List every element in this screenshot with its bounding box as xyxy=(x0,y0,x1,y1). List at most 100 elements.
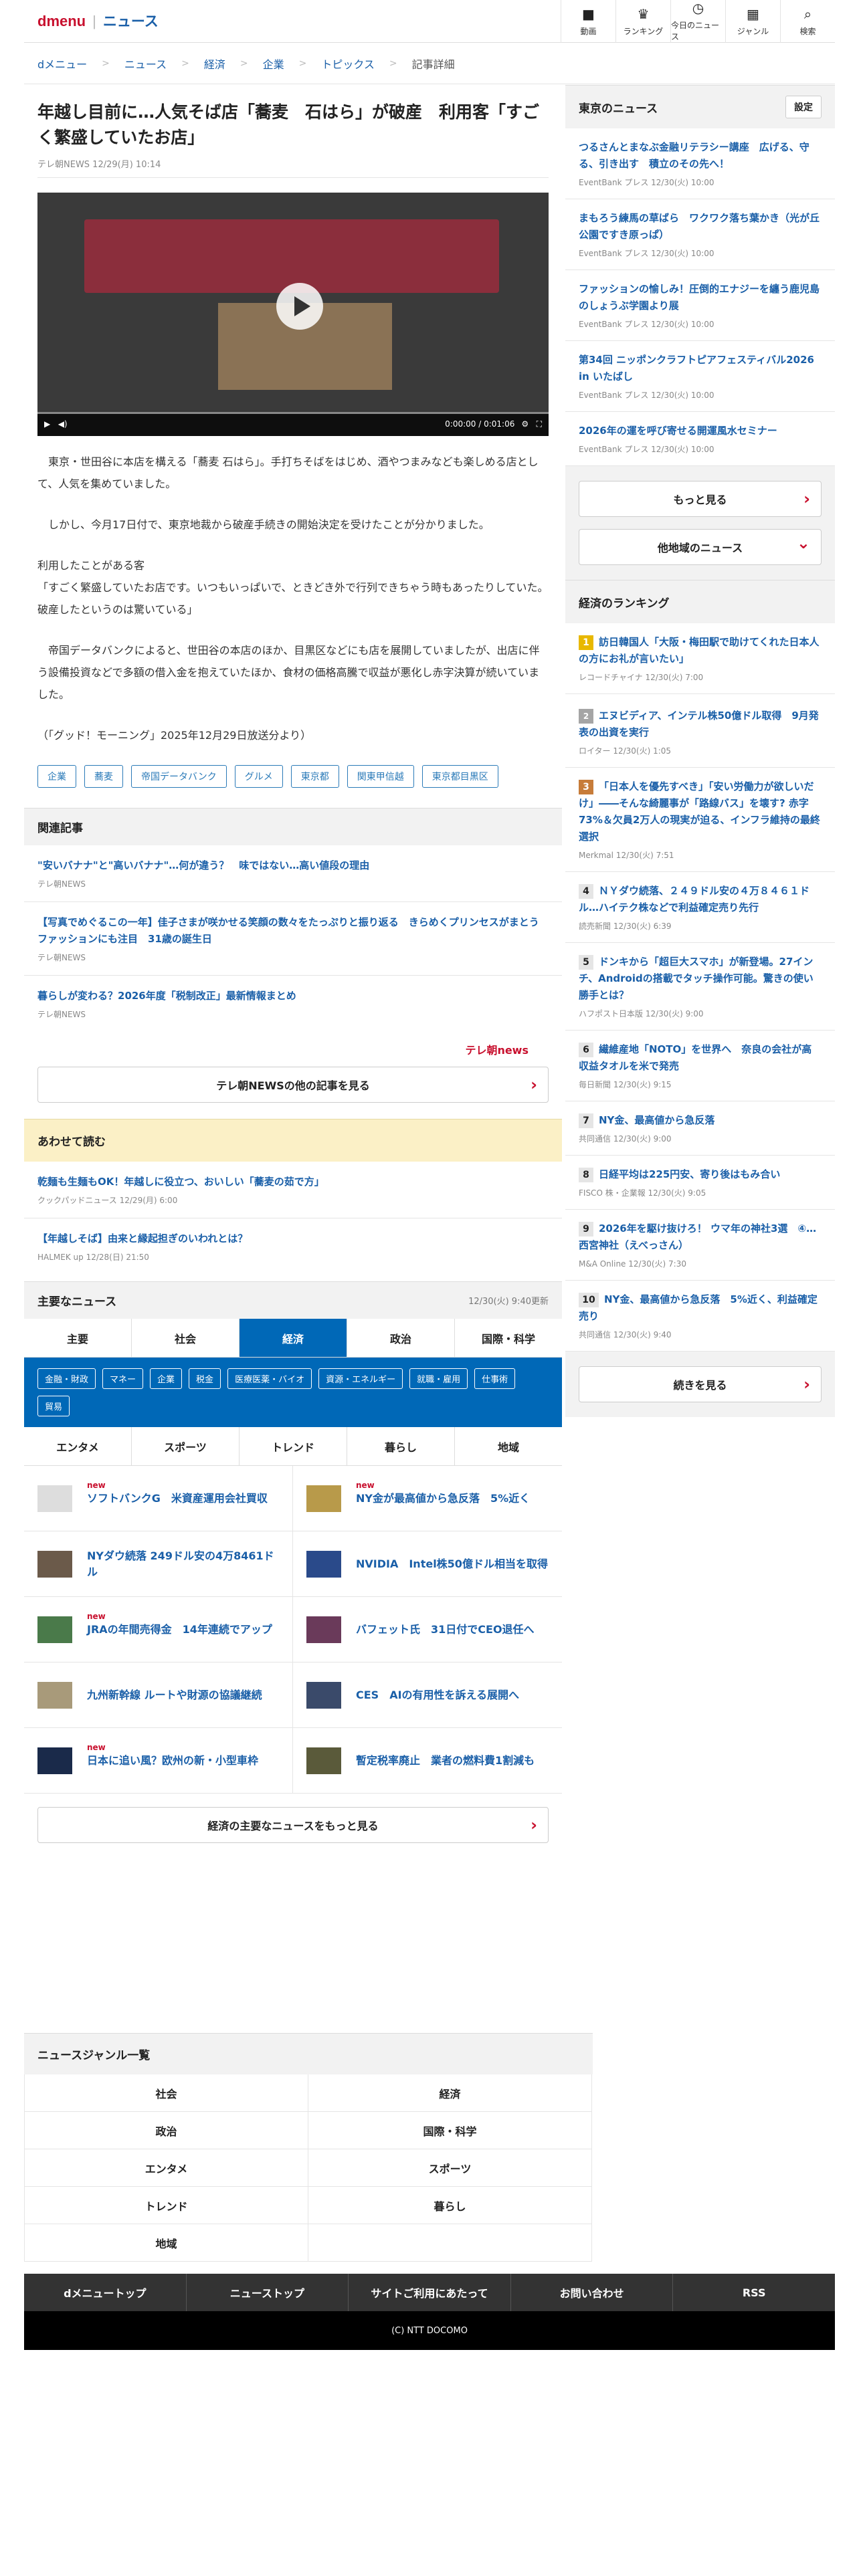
tag-link[interactable]: 東京都 xyxy=(290,765,339,788)
breadcrumb-item[interactable]: dメニュー xyxy=(37,56,87,72)
more-economy-button[interactable]: 経済の主要なニュースをもっと見る xyxy=(37,1807,549,1843)
breadcrumb-item[interactable]: ニュース xyxy=(124,56,167,72)
subtag-link[interactable]: 就職・雇用 xyxy=(409,1368,468,1389)
tab-entertainment[interactable]: エンタメ xyxy=(24,1427,132,1465)
tag-link[interactable]: 帝国データバンク xyxy=(131,765,227,788)
tab-life[interactable]: 暮らし xyxy=(347,1427,455,1465)
related-item[interactable]: 暮らしが変わる？2026年度「税制改正」最新情報まとめ テレ朝NEWS xyxy=(24,976,562,1032)
news-title[interactable]: NY金が最高値から急反落 5%近く xyxy=(356,1491,530,1507)
site-logo[interactable]: dmenu | ニュース xyxy=(37,11,159,31)
tab-economy[interactable]: 経済 xyxy=(240,1319,347,1357)
breadcrumb-item[interactable]: 企業 xyxy=(263,56,284,72)
news-item[interactable]: new ソフトバンクG 米資産運用会社買収 xyxy=(24,1466,293,1531)
subtag-link[interactable]: 医療医薬・バイオ xyxy=(227,1368,312,1389)
ranking-more-button[interactable]: 続きを見る xyxy=(579,1366,822,1402)
news-item[interactable]: CES AIの有用性を訴える展開へ xyxy=(293,1662,562,1728)
related-title[interactable]: "安いバナナ"と"高いバナナ"…何が違う？ 味ではない…高い値段の理由 xyxy=(37,857,549,874)
more-tvasahi-button[interactable]: テレ朝NEWSの他の記事を見る xyxy=(37,1067,549,1103)
tag-link[interactable]: 企業 xyxy=(37,765,76,788)
nav-genre[interactable]: ▦ ジャンル xyxy=(725,0,780,43)
news-item[interactable]: NVIDIA Intel株50億ドル相当を取得 xyxy=(293,1531,562,1597)
footer-link-contact[interactable]: お問い合わせ xyxy=(511,2274,674,2311)
tab-society[interactable]: 社会 xyxy=(132,1319,240,1357)
more-tokyo-button[interactable]: もっと見る xyxy=(579,481,822,517)
video-player[interactable]: ▶ ◀) 0:00:00 / 0:01:06 ⚙ ⛶ xyxy=(37,193,549,436)
footer-link-news-top[interactable]: ニューストップ xyxy=(187,2274,349,2311)
rank-title[interactable]: エヌビディア、インテル株50億ドル取得 9月発表の出資を実行 xyxy=(579,710,819,738)
related-item[interactable]: 【写真でめぐるこの一年】佳子さまが咲かせる笑顔の数々をたっぷりと振り返る きらめ… xyxy=(24,902,562,976)
news-title[interactable]: CES AIの有用性を訴える展開へ xyxy=(356,1687,519,1703)
rank-title[interactable]: NY金、最高値から急反落 5%近く、利益確定売り xyxy=(579,1293,818,1322)
news-item[interactable]: new NY金が最高値から急反落 5%近く xyxy=(293,1466,562,1531)
tag-link[interactable]: 東京都目黒区 xyxy=(421,765,498,788)
tokyo-item[interactable]: まもろう練馬の草ばら ワクワク落ち葉かき（光が丘公園ですき原っぱ） EventBa… xyxy=(565,199,835,270)
tokyo-item[interactable]: つるさんとまなぶ金融リテラシー講座 広げる、守る、引き出す 積立のその先へ！ Ev… xyxy=(565,128,835,199)
news-item[interactable]: NYダウ続落 249ドル安の4万8461ドル xyxy=(24,1531,293,1597)
subtag-link[interactable]: 企業 xyxy=(150,1368,183,1389)
tokyo-item-title[interactable]: 第34回 ニッポンクラフトピアフェスティバル2026 in いたばし xyxy=(579,352,822,385)
news-title[interactable]: NVIDIA Intel株50億ドル相当を取得 xyxy=(356,1556,548,1572)
genre-link[interactable]: 国際・科学 xyxy=(308,2112,592,2149)
ranking-item[interactable]: 1 訪日韓国人「大阪・梅田駅で助けてくれた日本人の方にお礼が言いたい」 レコードチャ… xyxy=(565,623,835,694)
service-name[interactable]: ニュース xyxy=(103,14,159,29)
subtag-link[interactable]: 税金 xyxy=(189,1368,221,1389)
tab-main[interactable]: 主要 xyxy=(24,1319,132,1357)
video-progress[interactable] xyxy=(37,412,549,414)
rank-title[interactable]: 繊維産地「NOTO」を世界へ 奈良の会社が高収益タオルを米で発売 xyxy=(579,1043,812,1072)
rank-title[interactable]: ドンキから「超巨大スマホ」が新登場。27インチ、Androidの搭載でタッチ操作… xyxy=(579,956,814,1001)
ranking-item[interactable]: 9 2026年を駆け抜けろ！ ウマ年の神社3選 ④…西宮神社（えべっさん） M&A … xyxy=(565,1210,835,1281)
breadcrumb-item[interactable]: 経済 xyxy=(204,56,225,72)
ranking-item[interactable]: 3 「日本人を優先すべき」「安い労働力が欲しいだけ」――そんな綺麗事が「路線バス」… xyxy=(565,768,835,872)
rank-title[interactable]: 「日本人を優先すべき」「安い労働力が欲しいだけ」――そんな綺麗事が「路線バス」を… xyxy=(579,780,820,843)
footer-link-dmenu-top[interactable]: dメニュートップ xyxy=(24,2274,187,2311)
also-read-item[interactable]: 【年越しそば】由来と縁起担ぎのいわれとは？ HALMEK up 12/28(日) … xyxy=(24,1218,562,1275)
genre-link[interactable]: 社会 xyxy=(25,2074,308,2112)
volume-icon[interactable]: ◀) xyxy=(58,419,68,429)
genre-link[interactable]: エンタメ xyxy=(25,2149,308,2187)
tab-sports[interactable]: スポーツ xyxy=(132,1427,240,1465)
tab-international[interactable]: 国際・科学 xyxy=(455,1319,562,1357)
breadcrumb-item[interactable]: トピックス xyxy=(321,56,375,72)
subtag-link[interactable]: マネー xyxy=(102,1368,144,1389)
settings-icon[interactable]: ⚙ xyxy=(521,419,529,429)
nav-today[interactable]: ◷ 今日のニュース xyxy=(670,0,725,43)
tokyo-item-title[interactable]: 2026年の運を呼び寄せる開運風水セミナー xyxy=(579,423,822,439)
genre-link[interactable]: スポーツ xyxy=(308,2149,592,2187)
news-item[interactable]: 九州新幹線 ルートや財源の協議継続 xyxy=(24,1662,293,1728)
tokyo-item-title[interactable]: つるさんとまなぶ金融リテラシー講座 広げる、守る、引き出す 積立のその先へ！ xyxy=(579,139,822,173)
genre-link[interactable]: 地域 xyxy=(25,2224,308,2262)
news-item[interactable]: new JRAの年間売得金 14年連続でアップ xyxy=(24,1597,293,1662)
tag-link[interactable]: グルメ xyxy=(234,765,283,788)
also-read-title[interactable]: 乾麺も生麺もOK！年越しに役立つ、おいしい「蕎麦の茹で方」 xyxy=(37,1174,549,1190)
nav-search[interactable]: ⌕ 検索 xyxy=(780,0,835,43)
footer-link-rss[interactable]: RSS xyxy=(673,2274,835,2311)
nav-ranking[interactable]: ♛ ランキング xyxy=(615,0,670,43)
ranking-item[interactable]: 10 NY金、最高値から急反落 5%近く、利益確定売り 共同通信 12/30(火) … xyxy=(565,1281,835,1352)
news-title[interactable]: NYダウ続落 249ドル安の4万8461ドル xyxy=(87,1548,279,1580)
rank-title[interactable]: ＮＹダウ続落、２４９ドル安の４万８４６１ドル…ハイテク株などで利益確定売り先行 xyxy=(579,885,809,914)
news-title[interactable]: バフェット氏 31日付でCEO退任へ xyxy=(356,1622,535,1638)
ranking-item[interactable]: 8 日経平均は225円安、寄り後はもみ合い FISCO 株・企業報 12/30(火)… xyxy=(565,1156,835,1210)
genre-link[interactable]: 政治 xyxy=(25,2112,308,2149)
settings-button[interactable]: 設定 xyxy=(785,96,822,118)
nav-video[interactable]: ■ 動画 xyxy=(561,0,615,43)
tokyo-item[interactable]: 2026年の運を呼び寄せる開運風水セミナー EventBank プレス 12/30… xyxy=(565,412,835,466)
brand-logo[interactable]: dmenu xyxy=(37,13,86,29)
also-read-title[interactable]: 【年越しそば】由来と縁起担ぎのいわれとは？ xyxy=(37,1230,549,1247)
tokyo-item[interactable]: 第34回 ニッポンクラフトピアフェスティバル2026 in いたばし EventB… xyxy=(565,341,835,412)
ranking-item[interactable]: 7 NY金、最高値から急反落 共同通信 12/30(火) 9:00 xyxy=(565,1101,835,1156)
other-region-button[interactable]: 他地域のニュース xyxy=(579,529,822,565)
tokyo-item-title[interactable]: ファッションの愉しみ！圧倒的エナジーを纏う鹿児島のしょうぶ学園より展 xyxy=(579,281,822,314)
genre-link[interactable]: 経済 xyxy=(308,2074,592,2112)
tab-politics[interactable]: 政治 xyxy=(347,1319,455,1357)
genre-link[interactable]: トレンド xyxy=(25,2187,308,2224)
news-title[interactable]: ソフトバンクG 米資産運用会社買収 xyxy=(87,1491,268,1507)
rank-title[interactable]: NY金、最高値から急反落 xyxy=(599,1114,714,1126)
rank-title[interactable]: 2026年を駆け抜けろ！ ウマ年の神社3選 ④…西宮神社（えべっさん） xyxy=(579,1222,816,1251)
rank-title[interactable]: 訪日韓国人「大阪・梅田駅で助けてくれた日本人の方にお礼が言いたい」 xyxy=(579,636,820,665)
news-title[interactable]: 日本に追い風？欧州の新・小型車枠 xyxy=(87,1753,258,1769)
genre-link[interactable]: 暮らし xyxy=(308,2187,592,2224)
fullscreen-icon[interactable]: ⛶ xyxy=(537,419,542,429)
related-item[interactable]: "安いバナナ"と"高いバナナ"…何が違う？ 味ではない…高い値段の理由 テレ朝NE… xyxy=(24,845,562,902)
news-title[interactable]: JRAの年間売得金 14年連続でアップ xyxy=(87,1622,272,1638)
